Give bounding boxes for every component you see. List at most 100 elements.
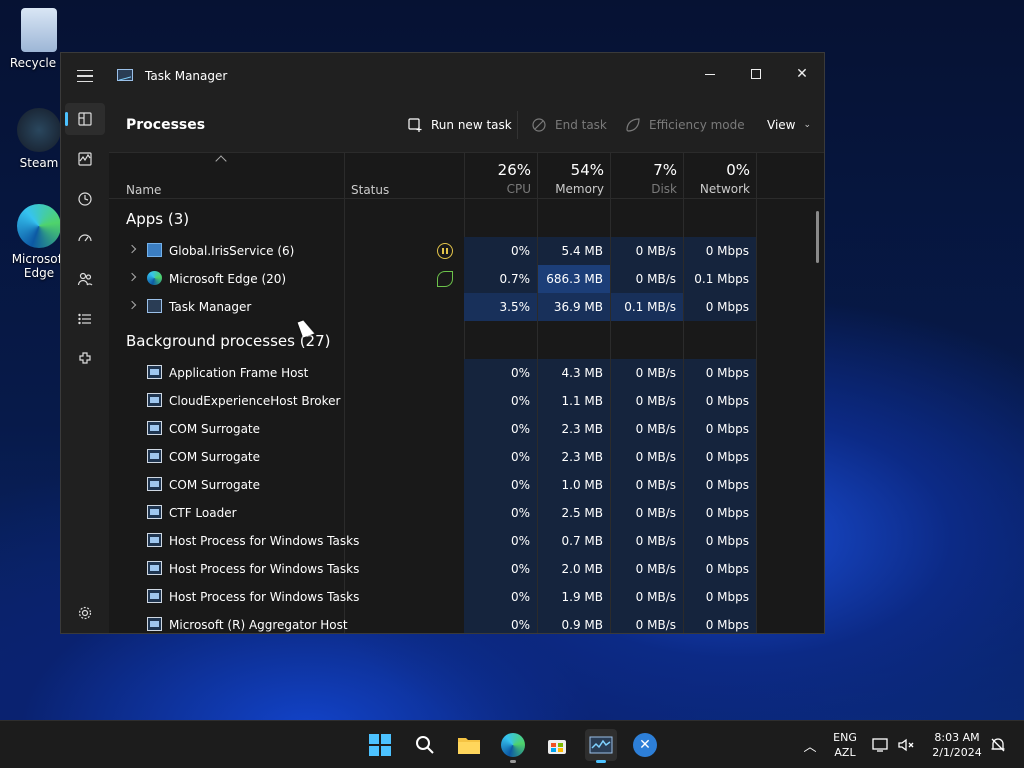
column-header-disk[interactable]: 7% Disk: [611, 161, 677, 196]
chevron-right-icon[interactable]: [127, 300, 137, 310]
cpu-cell: 3.5%: [464, 293, 537, 321]
keyboard-layout: AZL: [834, 746, 856, 759]
table-row[interactable]: CTF Loader 0% 2.5 MB 0 MB/s 0 Mbps: [109, 499, 824, 527]
clock[interactable]: 8:03 AM 2/1/2024: [924, 730, 990, 760]
search-icon: [416, 736, 434, 754]
maximize-button[interactable]: [733, 59, 779, 89]
disk-cell: 0 MB/s: [611, 555, 683, 583]
clock-date: 2/1/2024: [932, 746, 982, 759]
table-row[interactable]: Application Frame Host 0% 4.3 MB 0 MB/s …: [109, 359, 824, 387]
end-task-icon: [532, 118, 546, 132]
memory-cell: 2.3 MB: [538, 415, 610, 443]
nav-performance[interactable]: [65, 143, 105, 175]
table-row[interactable]: Global.IrisService (6) 0% 5.4 MB 0 MB/s …: [109, 237, 824, 265]
column-header-cpu[interactable]: 26% CPU: [465, 161, 531, 196]
task-manager-window: Task Manager ✕ Processes Run new task En…: [60, 52, 825, 634]
memory-cell: 36.9 MB: [538, 293, 610, 321]
cpu-cell: 0%: [464, 471, 537, 499]
hamburger-menu-icon[interactable]: [77, 70, 93, 82]
toolbar-divider: [517, 111, 518, 139]
cpu-cell: 0%: [464, 359, 537, 387]
table-row[interactable]: Host Process for Windows Tasks 0% 0.7 MB…: [109, 527, 824, 555]
show-hidden-icons-button[interactable]: ︿: [796, 729, 824, 761]
volume-button[interactable]: [894, 729, 918, 761]
group-header-background[interactable]: Background processes (27): [126, 332, 331, 350]
edge-taskbar-button[interactable]: [497, 729, 529, 763]
recycle-bin-icon: [21, 8, 57, 52]
table-row[interactable]: COM Surrogate 0% 2.3 MB 0 MB/s 0 Mbps: [109, 443, 824, 471]
notifications-button[interactable]: [986, 729, 1010, 761]
pinned-app-button[interactable]: ✕: [629, 729, 661, 761]
process-name: Global.IrisService (6): [169, 244, 295, 258]
table-row[interactable]: Task Manager 3.5% 36.9 MB 0.1 MB/s 0 Mbp…: [109, 293, 824, 321]
run-new-task-button[interactable]: Run new task: [407, 115, 512, 135]
process-name: COM Surrogate: [169, 422, 261, 436]
store-button[interactable]: [541, 729, 573, 761]
table-row[interactable]: Microsoft Edge (20) 0.7% 686.3 MB 0 MB/s…: [109, 265, 824, 293]
cpu-cell: 0.7%: [464, 265, 537, 293]
process-list: Apps (3) Global.IrisService (6) 0% 5.4 M…: [109, 200, 824, 633]
table-row[interactable]: COM Surrogate 0% 2.3 MB 0 MB/s 0 Mbps: [109, 415, 824, 443]
column-header-memory[interactable]: 54% Memory: [538, 161, 604, 196]
process-icon: [147, 393, 162, 407]
nav-startup-apps[interactable]: [65, 223, 105, 255]
nav-details[interactable]: [65, 303, 105, 335]
desktop-icon-label: Microsoft Edge: [11, 252, 67, 280]
group-header-apps[interactable]: Apps (3): [126, 210, 189, 228]
memory-total: 54%: [570, 161, 604, 179]
processes-page: Processes Run new task End task Efficien…: [109, 99, 824, 633]
end-task-button[interactable]: End task: [531, 115, 607, 135]
vertical-scrollbar[interactable]: [816, 211, 819, 263]
search-button[interactable]: [409, 729, 441, 761]
memory-cell: 2.3 MB: [538, 443, 610, 471]
table-row[interactable]: CloudExperienceHost Broker 0% 1.1 MB 0 M…: [109, 387, 824, 415]
chevron-right-icon[interactable]: [127, 244, 137, 254]
iris-service-icon: [147, 243, 162, 257]
close-button[interactable]: ✕: [779, 59, 824, 89]
disk-label: Disk: [651, 182, 677, 196]
network-cell: 0 Mbps: [684, 527, 756, 555]
process-icon: [147, 505, 162, 519]
task-manager-taskbar-button[interactable]: [585, 729, 617, 763]
network-status-button[interactable]: [868, 729, 892, 761]
start-button[interactable]: [364, 729, 396, 761]
cpu-cell: 0%: [464, 611, 537, 633]
column-header-network[interactable]: 0% Network: [684, 161, 750, 196]
input-language-button[interactable]: ENG AZL: [826, 730, 864, 760]
table-row[interactable]: COM Surrogate 0% 1.0 MB 0 MB/s 0 Mbps: [109, 471, 824, 499]
windows-logo-icon: [369, 734, 391, 756]
network-cell: 0 Mbps: [684, 555, 756, 583]
nav-users[interactable]: [65, 263, 105, 295]
efficiency-mode-button[interactable]: Efficiency mode: [625, 115, 745, 135]
column-header-status[interactable]: Status: [351, 183, 389, 197]
table-row[interactable]: Microsoft (R) Aggregator Host 0% 0.9 MB …: [109, 611, 824, 633]
nav-rail: [61, 99, 109, 633]
network-total: 0%: [726, 161, 750, 179]
file-explorer-button[interactable]: [453, 729, 485, 761]
chevron-down-icon: ⌄: [803, 120, 812, 130]
performance-icon: [78, 152, 92, 166]
nav-processes[interactable]: [65, 103, 105, 135]
title-bar[interactable]: Task Manager ✕: [61, 53, 824, 99]
nav-services[interactable]: [65, 343, 105, 375]
view-menu-button[interactable]: View ⌄: [767, 115, 811, 135]
process-name: Task Manager: [169, 300, 252, 314]
folder-icon: [458, 738, 480, 754]
language-code: ENG: [833, 731, 857, 744]
process-icon: [147, 421, 162, 435]
column-header-name[interactable]: Name: [126, 183, 161, 197]
memory-cell: 2.5 MB: [538, 499, 610, 527]
close-icon: ✕: [796, 66, 808, 82]
nav-settings[interactable]: [65, 597, 105, 629]
network-icon: [872, 738, 888, 752]
table-header: Name Status 26% CPU 54% Memory 7% Disk 0…: [109, 153, 824, 199]
memory-cell: 0.9 MB: [538, 611, 610, 633]
nav-app-history[interactable]: [65, 183, 105, 215]
table-row[interactable]: Host Process for Windows Tasks 0% 2.0 MB…: [109, 555, 824, 583]
disk-cell: 0 MB/s: [611, 471, 683, 499]
network-cell: 0 Mbps: [684, 499, 756, 527]
notification-bell-icon: [991, 738, 1005, 752]
chevron-right-icon[interactable]: [127, 272, 137, 282]
minimize-button[interactable]: [687, 59, 733, 89]
table-row[interactable]: Host Process for Windows Tasks 0% 1.9 MB…: [109, 583, 824, 611]
